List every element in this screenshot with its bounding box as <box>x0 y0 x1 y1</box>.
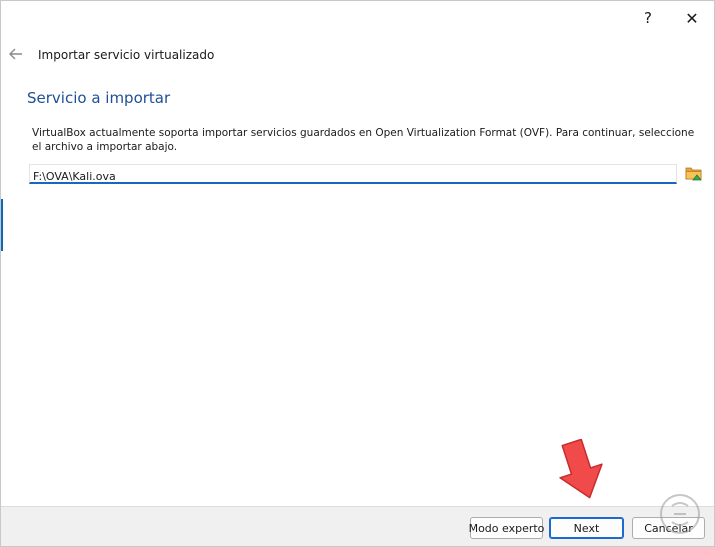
instructions-text: VirtualBox actualmente soporta importar … <box>32 127 695 153</box>
open-folder-icon[interactable] <box>685 165 703 182</box>
file-path-field[interactable] <box>29 164 677 185</box>
back-arrow-icon[interactable] <box>7 45 25 63</box>
wizard-title: Importar servicio virtualizado <box>38 48 215 62</box>
page-heading: Servicio a importar <box>27 89 171 107</box>
help-button[interactable]: ? <box>625 5 671 31</box>
watermark-logo <box>644 492 714 546</box>
background-window-accent <box>1 199 3 251</box>
file-path-input[interactable] <box>30 168 676 185</box>
next-button[interactable]: Next <box>549 517 624 539</box>
close-button[interactable]: ✕ <box>669 5 714 31</box>
red-arrow-icon <box>554 438 608 503</box>
dialog-footer: Modo experto Next Cancelar <box>1 506 714 546</box>
expert-mode-button[interactable]: Modo experto <box>469 517 544 539</box>
import-appliance-dialog: ? ✕ Importar servicio virtualizado Servi… <box>0 0 715 547</box>
